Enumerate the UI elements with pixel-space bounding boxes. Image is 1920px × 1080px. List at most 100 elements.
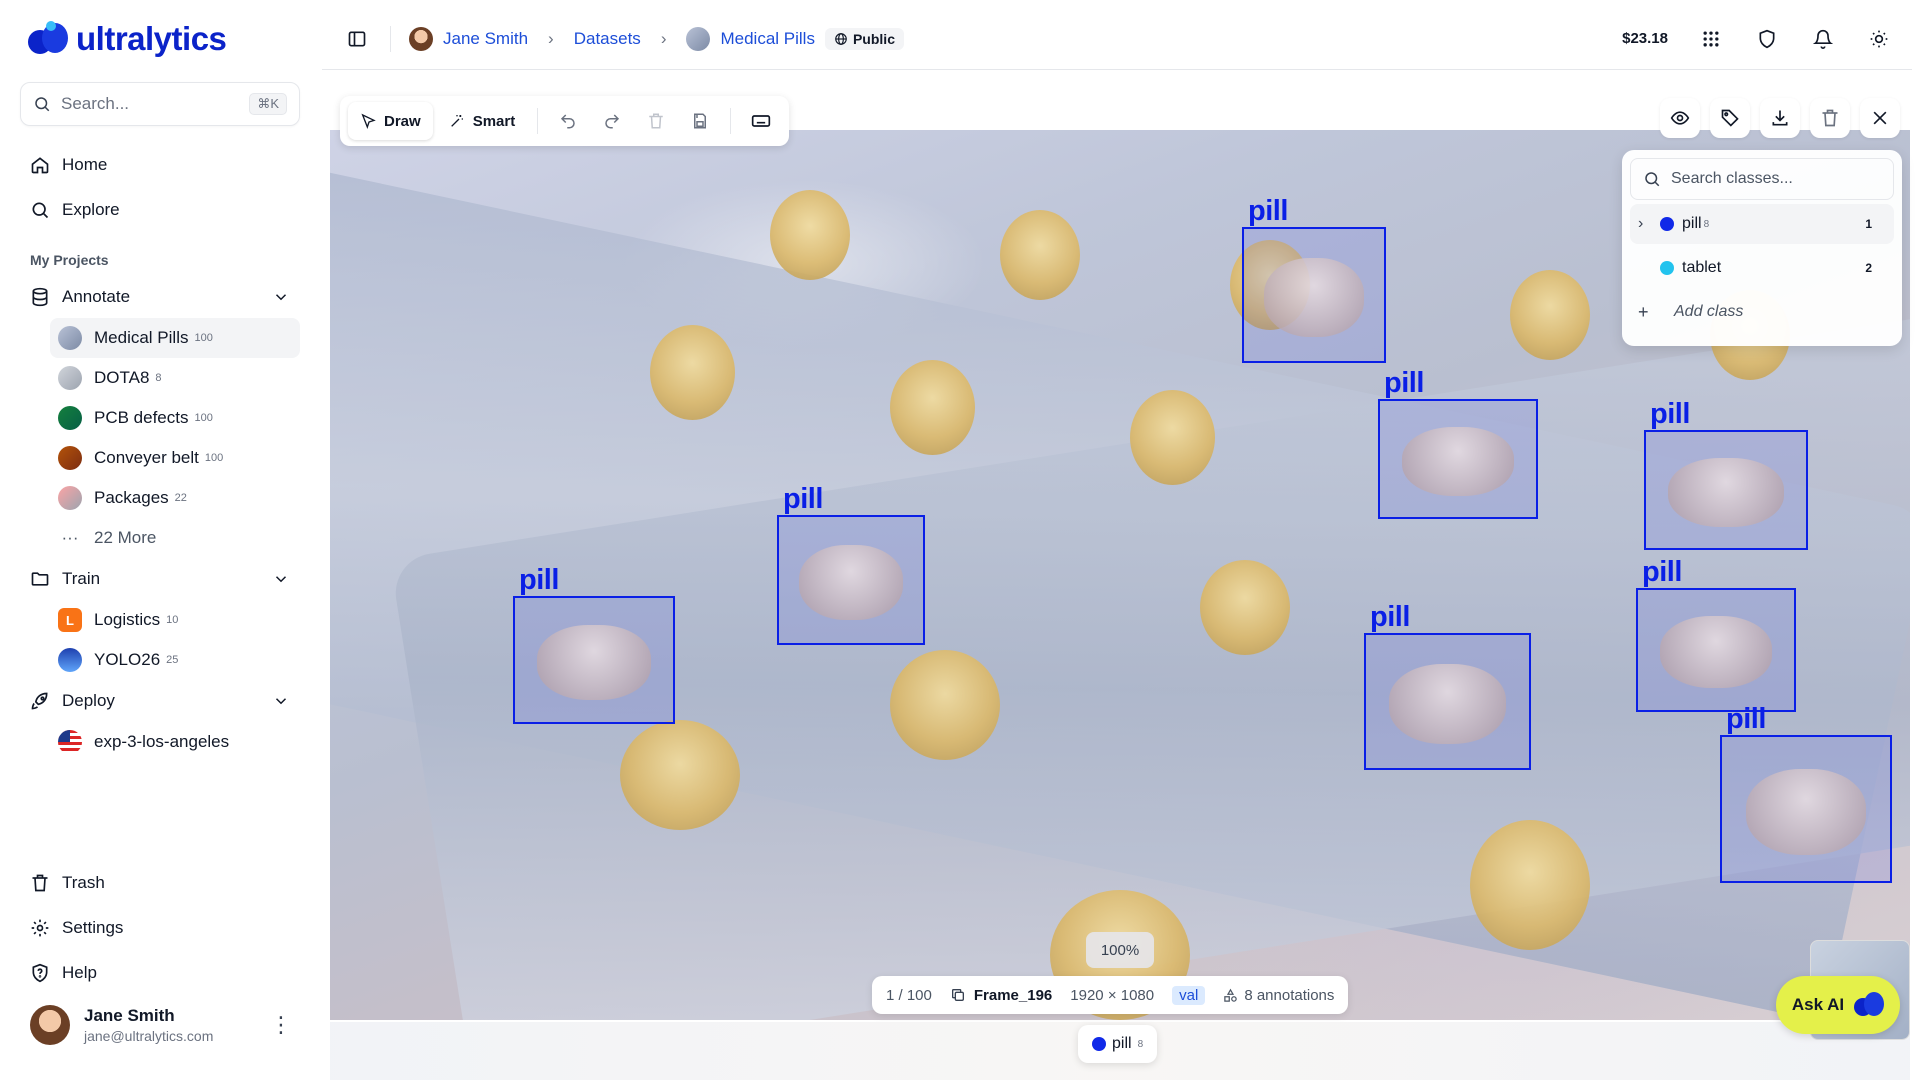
trash-icon: [1822, 109, 1838, 127]
nav-trash[interactable]: Trash: [20, 860, 300, 905]
home-icon: [31, 156, 49, 173]
magic-wand-icon: [450, 115, 463, 127]
chevron-down-icon[interactable]: [272, 288, 290, 306]
project-packages[interactable]: Packages 22: [50, 478, 300, 518]
shapes-icon: [1224, 988, 1238, 1002]
project-yolo26[interactable]: YOLO26 25: [50, 640, 300, 680]
sidebar-search[interactable]: Search... ⌘K: [20, 82, 300, 126]
delete-image-button[interactable]: [1810, 98, 1850, 138]
nav-settings-label: Settings: [62, 917, 124, 937]
deployment-exp-3-los-angeles[interactable]: exp-3-los-angeles: [50, 722, 300, 762]
image-info-bar: 1 / 100 Frame_196 1920 × 1080 val 8 anno…: [872, 976, 1349, 1014]
draw-tool-button[interactable]: Draw: [348, 102, 433, 140]
image-pill: [770, 190, 850, 280]
project-count: 100: [194, 412, 213, 424]
delete-annotation-button[interactable]: [636, 102, 676, 140]
toggle-sidebar-button[interactable]: [342, 24, 372, 54]
class-search-input[interactable]: Search classes...: [1630, 158, 1894, 200]
download-button[interactable]: [1760, 98, 1800, 138]
image-pill: [620, 720, 740, 830]
chevron-down-icon[interactable]: [272, 570, 290, 588]
nav-home[interactable]: Home: [20, 142, 300, 187]
current-class-chip[interactable]: pill 8: [1078, 1025, 1158, 1063]
annotation-bbox[interactable]: pill: [1720, 703, 1892, 883]
project-thumbnail: [58, 366, 82, 390]
project-thumbnail: L: [58, 608, 82, 632]
account-balance[interactable]: $23.18: [1622, 30, 1668, 47]
nav-home-label: Home: [62, 154, 108, 174]
user-profile[interactable]: Jane Smith jane@ultralytics.com ⋮: [20, 1005, 300, 1045]
annotation-bbox[interactable]: pill: [1636, 556, 1796, 712]
search-icon: [35, 97, 50, 112]
breadcrumb-datasets[interactable]: Datasets: [574, 29, 641, 49]
frame-name-group[interactable]: Frame_196: [950, 987, 1052, 1004]
add-class-button[interactable]: + Add class: [1630, 292, 1894, 332]
project-label: Conveyer belt: [94, 448, 199, 467]
project-logistics[interactable]: L Logistics 10: [50, 600, 300, 640]
nav-explore[interactable]: Explore: [20, 187, 300, 232]
project-pcb-defects[interactable]: PCB defects 100: [50, 398, 300, 438]
avatar: [30, 1005, 70, 1045]
group-annotate[interactable]: Annotate: [20, 276, 300, 318]
nav-help[interactable]: Help: [20, 950, 300, 995]
sidebar: ultralytics Search... ⌘K Home Explore My…: [0, 0, 320, 1080]
bell-icon[interactable]: [1810, 26, 1836, 52]
zoom-level[interactable]: 100%: [1086, 932, 1154, 968]
nav-settings[interactable]: Settings: [20, 905, 300, 950]
split-badge[interactable]: val: [1172, 985, 1206, 1005]
apps-grid-icon[interactable]: [1698, 26, 1724, 52]
add-class-label: Add class: [1674, 303, 1744, 320]
nav-help-label: Help: [62, 962, 97, 982]
more-vertical-icon[interactable]: ⋮: [270, 1012, 292, 1038]
chevron-right-icon[interactable]: ›: [1638, 215, 1660, 233]
ask-ai-button[interactable]: Ask AI: [1776, 976, 1900, 1034]
breadcrumb-user[interactable]: Jane Smith: [443, 29, 528, 49]
shield-icon[interactable]: [1754, 26, 1780, 52]
gear-icon: [31, 919, 49, 936]
brand-logo[interactable]: ultralytics: [28, 18, 300, 60]
sidebar-panel-icon: [348, 31, 366, 46]
project-medical-pills[interactable]: Medical Pills 100: [50, 318, 300, 358]
class-item-pill[interactable]: › pill 8 1: [1630, 204, 1894, 244]
project-conveyer-belt[interactable]: Conveyer belt 100: [50, 438, 300, 478]
project-thumbnail: [58, 486, 82, 510]
breadcrumb-dataset[interactable]: Medical Pills: [720, 29, 814, 49]
chip-count: 8: [1137, 1038, 1144, 1050]
class-search-placeholder: Search classes...: [1671, 170, 1793, 187]
project-label: Packages: [94, 488, 169, 507]
annotation-bbox[interactable]: pill: [777, 483, 925, 645]
group-train[interactable]: Train: [20, 558, 300, 600]
class-index: 1: [1865, 217, 1872, 231]
class-color-dot: [1092, 1037, 1106, 1051]
sun-icon[interactable]: [1866, 26, 1892, 52]
annotation-bbox[interactable]: pill: [1242, 195, 1386, 363]
dataset-thumbnail: [686, 26, 711, 51]
class-item-tablet[interactable]: tablet 2: [1630, 248, 1894, 288]
smart-tool-label: Smart: [472, 112, 516, 130]
avatar: [409, 26, 433, 51]
ellipsis-icon: ···: [61, 528, 79, 547]
redo-button[interactable]: [592, 102, 632, 140]
annotation-bbox[interactable]: pill: [1364, 601, 1531, 770]
smart-tool-button[interactable]: Smart: [437, 102, 528, 140]
class-name: pill: [1682, 215, 1702, 232]
group-deploy[interactable]: Deploy: [20, 680, 300, 722]
close-icon: [1873, 111, 1887, 125]
more-projects[interactable]: ··· 22 More: [50, 518, 300, 558]
cursor-icon: [361, 113, 376, 129]
classes-button[interactable]: [1710, 98, 1750, 138]
image-pill: [1200, 560, 1290, 655]
toggle-visibility-button[interactable]: [1660, 98, 1700, 138]
annotation-bbox[interactable]: pill: [1644, 398, 1808, 550]
visibility-badge[interactable]: Public: [824, 27, 904, 50]
project-dota8[interactable]: DOTA8 8: [50, 358, 300, 398]
annotation-bbox[interactable]: pill: [1378, 367, 1538, 519]
save-button[interactable]: [680, 102, 720, 140]
annotation-bbox[interactable]: pill: [513, 564, 675, 724]
close-editor-button[interactable]: [1860, 98, 1900, 138]
chevron-down-icon[interactable]: [272, 692, 290, 710]
undo-button[interactable]: [548, 102, 588, 140]
keyboard-shortcuts-button[interactable]: [741, 102, 781, 140]
frame-name: Frame_196: [973, 986, 1053, 1004]
project-count: 25: [166, 654, 179, 666]
